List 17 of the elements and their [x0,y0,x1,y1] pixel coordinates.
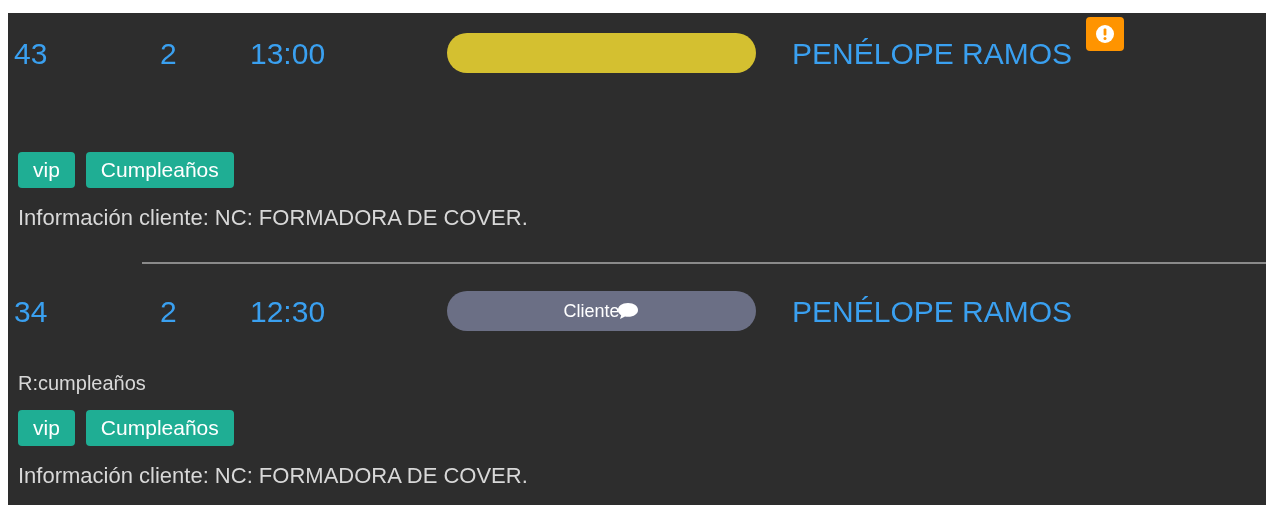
client-name: PENÉLOPE RAMOS [792,35,1073,72]
tag: vip [18,410,75,446]
client-info: Información cliente: NC: FORMADORA DE COVER. [18,205,528,230]
exclamation-icon [1095,23,1116,44]
status-label: Cliente [563,299,620,323]
table-number: 34 [14,294,48,328]
reservation-note: R:cumpleaños [18,372,146,394]
tag: Cumpleaños [85,410,234,446]
client-info: Información cliente: NC: FORMADORA DE COVER. [18,463,528,488]
table-number: 43 [14,36,48,70]
reservation-time: 12:30 [250,294,326,328]
guest-count: 2 [160,294,177,328]
tag: Cumpleaños [85,152,234,188]
reservation-time: 13:00 [250,36,326,70]
tag: vip [18,152,75,188]
guest-count: 2 [160,36,177,70]
client-name: PENÉLOPE RAMOS [792,293,1073,330]
